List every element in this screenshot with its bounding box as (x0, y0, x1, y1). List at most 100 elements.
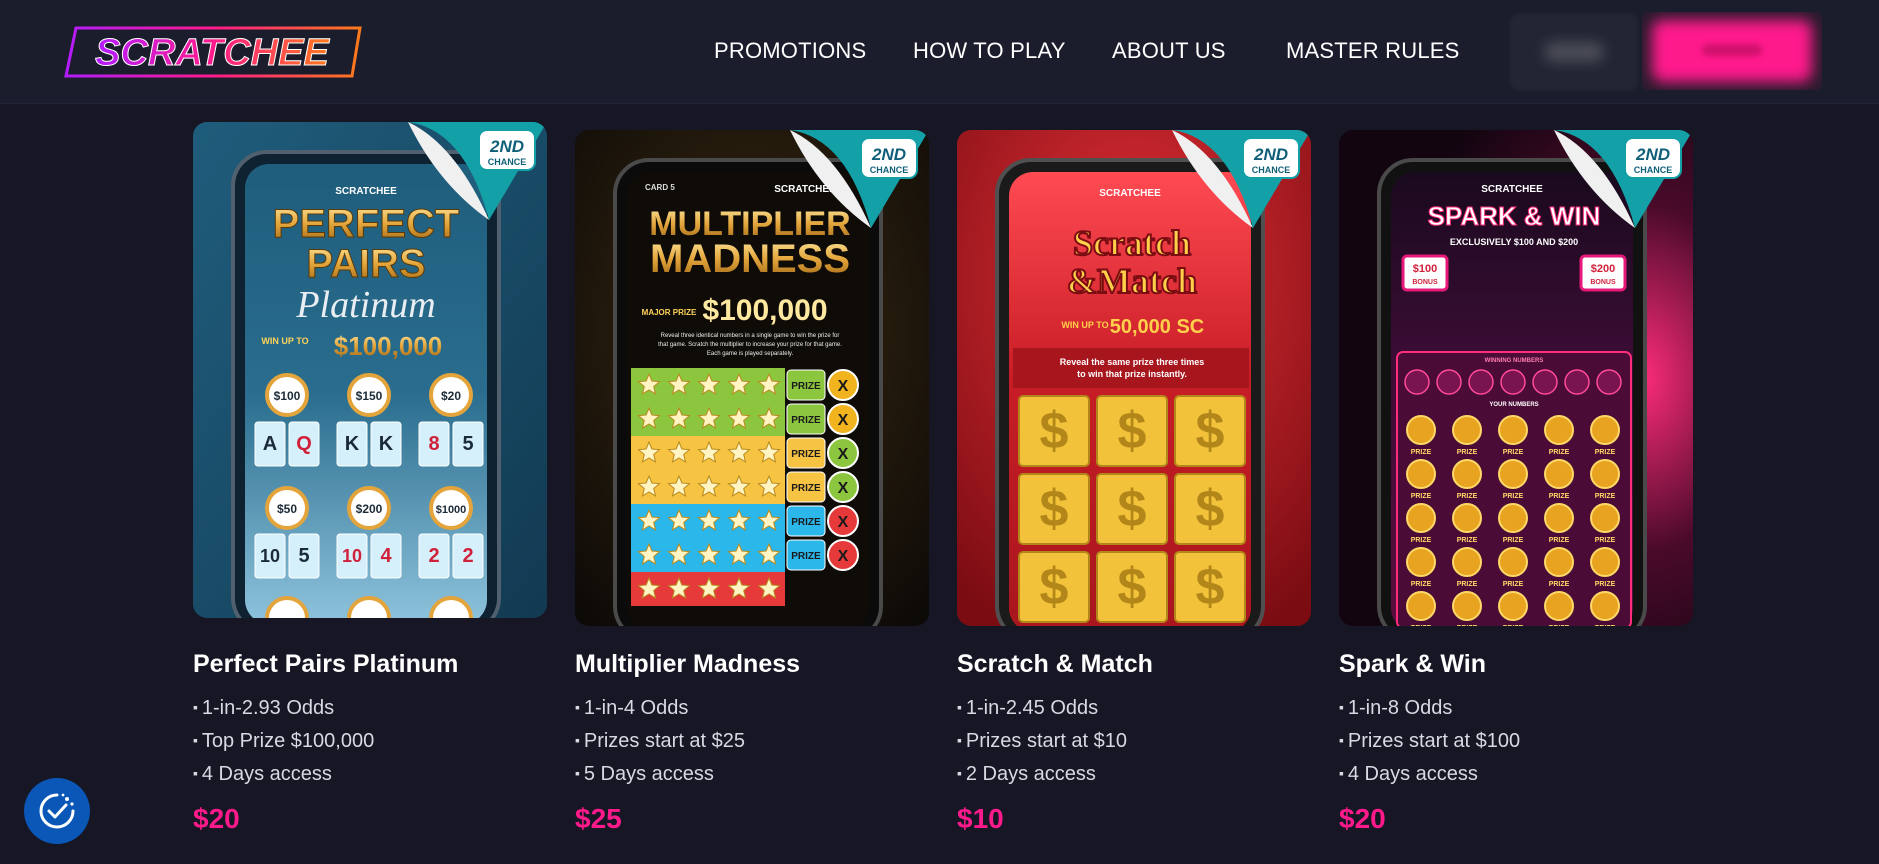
coin-label: PRIZE (1549, 537, 1570, 544)
svg-text:2ND: 2ND (1253, 145, 1288, 164)
svg-text:$100,000: $100,000 (702, 294, 827, 327)
winning-number-slot (1436, 369, 1462, 395)
coin-icon (1452, 503, 1482, 533)
game-access: 4 Days access (193, 758, 374, 791)
signup-label-blurred (1702, 44, 1762, 56)
svg-text:$100,000: $100,000 (334, 331, 442, 361)
winning-number-slot (1404, 369, 1430, 395)
svg-text:CARD 5: CARD 5 (645, 183, 675, 192)
coin-label: PRIZE (1411, 449, 1432, 456)
coin-icon (1498, 503, 1528, 533)
svg-text:$150: $150 (356, 389, 383, 403)
winning-number-slot (1564, 369, 1590, 395)
game-features: 1-in-8 Odds Prizes start at $100 4 Days … (1339, 692, 1520, 791)
svg-text:PRIZE: PRIZE (791, 517, 821, 528)
svg-text:MADNESS: MADNESS (650, 237, 850, 281)
game-features: 1-in-2.45 Odds Prizes start at $10 2 Day… (957, 692, 1127, 791)
coin-icon (1590, 415, 1620, 445)
coin-label: PRIZE (1457, 581, 1478, 588)
svg-text:X: X (838, 412, 849, 429)
svg-text:Each game is played separately: Each game is played separately. (707, 351, 794, 357)
svg-text:2ND: 2ND (871, 145, 906, 164)
coin-label: PRIZE (1595, 493, 1616, 500)
game-odds: 1-in-4 Odds (575, 692, 745, 725)
svg-text:$: $ (1040, 558, 1069, 616)
game-title[interactable]: Multiplier Madness (575, 650, 800, 679)
coin-icon (1452, 591, 1482, 621)
svg-text:$100: $100 (1413, 263, 1437, 275)
coin-label: PRIZE (1549, 581, 1570, 588)
svg-text:$200: $200 (356, 502, 383, 516)
svg-text:that game. Scratch the multipl: that game. Scratch the multiplier to inc… (658, 342, 842, 348)
coin-label: PRIZE (1503, 581, 1524, 588)
nav-how-to-play[interactable]: HOW TO PLAY (913, 38, 1066, 64)
game-prize: Top Prize $100,000 (193, 725, 374, 758)
game-image-multiplier-madness[interactable]: CARD 5 SCRATCHEE MULTIPLIER MADNESS MAJO… (575, 130, 929, 626)
svg-text:10: 10 (260, 546, 280, 566)
game-image-spark-win[interactable]: SCRATCHEE SPARK & WIN EXCLUSIVELY $100 A… (1339, 130, 1693, 626)
svg-text:WINNING NUMBERS: WINNING NUMBERS (1485, 358, 1544, 364)
cookie-consent-button[interactable] (24, 778, 90, 844)
game-title[interactable]: Spark & Win (1339, 650, 1486, 679)
game-image-perfect-pairs[interactable]: SCRATCHEE PERFECT PAIRS Platinum WIN UP … (193, 122, 547, 618)
svg-text:SPARK & WIN: SPARK & WIN (1428, 201, 1601, 231)
svg-text:5: 5 (298, 545, 309, 567)
svg-text:$: $ (1040, 480, 1069, 538)
coin-label: PRIZE (1503, 625, 1524, 626)
coin-icon (1406, 459, 1436, 489)
game-title[interactable]: Perfect Pairs Platinum (193, 650, 458, 679)
coin-label: PRIZE (1595, 581, 1616, 588)
coin-icon (1544, 503, 1574, 533)
svg-text:$: $ (1118, 480, 1147, 538)
coin-icon (1544, 415, 1574, 445)
scratchee-logo[interactable]: SCRATCHEE (62, 26, 362, 78)
coin-icon (1544, 591, 1574, 621)
svg-text:5: 5 (462, 433, 473, 455)
svg-text:EXCLUSIVELY $100 AND $200: EXCLUSIVELY $100 AND $200 (1450, 237, 1578, 247)
game-price: $25 (575, 803, 622, 834)
coin-icon (1498, 547, 1528, 577)
game-odds: 1-in-8 Odds (1339, 692, 1520, 725)
winning-number-slot (1500, 369, 1526, 395)
coin-label: PRIZE (1595, 625, 1616, 626)
svg-text:SCRATCHEE: SCRATCHEE (1099, 188, 1161, 199)
coin-icon (1406, 547, 1436, 577)
nav-about-us[interactable]: ABOUT US (1112, 38, 1226, 64)
winning-number-slot (1532, 369, 1558, 395)
coin-label: PRIZE (1457, 537, 1478, 544)
svg-text:X: X (838, 446, 849, 463)
game-access: 2 Days access (957, 758, 1127, 791)
svg-text:Reveal three identical numbers: Reveal three identical numbers in a sing… (661, 333, 840, 339)
coin-label: PRIZE (1457, 449, 1478, 456)
svg-text:$: $ (1040, 402, 1069, 460)
svg-text:CHANCE: CHANCE (1634, 165, 1673, 175)
svg-text:PRIZE: PRIZE (791, 551, 821, 562)
svg-text:K: K (379, 433, 394, 455)
game-title[interactable]: Scratch & Match (957, 650, 1153, 679)
winning-number-slot (1596, 369, 1622, 395)
coin-icon (1544, 459, 1574, 489)
game-access: 5 Days access (575, 758, 745, 791)
svg-text:$20: $20 (441, 389, 461, 403)
coin-label: PRIZE (1549, 449, 1570, 456)
coin-label: PRIZE (1503, 537, 1524, 544)
coin-icon (1406, 415, 1436, 445)
signup-button[interactable] (1642, 12, 1822, 90)
nav-promotions[interactable]: PROMOTIONS (714, 38, 866, 64)
game-price: $20 (1339, 803, 1386, 834)
game-image-scratch-match[interactable]: SCRATCHEE Scratch &Match WIN UP TO 50,00… (957, 130, 1311, 626)
svg-text:50,000 SC: 50,000 SC (1110, 316, 1205, 338)
nav-master-rules[interactable]: MASTER RULES (1286, 38, 1460, 64)
svg-text:Q: Q (296, 433, 312, 455)
svg-text:X: X (838, 548, 849, 565)
svg-text:$200: $200 (1591, 263, 1615, 275)
coin-label: PRIZE (1595, 537, 1616, 544)
svg-text:Scratch: Scratch (1073, 223, 1191, 263)
svg-text:$: $ (1196, 402, 1225, 460)
coin-label: PRIZE (1411, 625, 1432, 626)
coin-icon (1498, 591, 1528, 621)
game-access: 4 Days access (1339, 758, 1520, 791)
svg-text:SCRATCHEE: SCRATCHEE (335, 186, 397, 197)
svg-text:PRIZE: PRIZE (791, 415, 821, 426)
login-button[interactable] (1510, 14, 1638, 90)
